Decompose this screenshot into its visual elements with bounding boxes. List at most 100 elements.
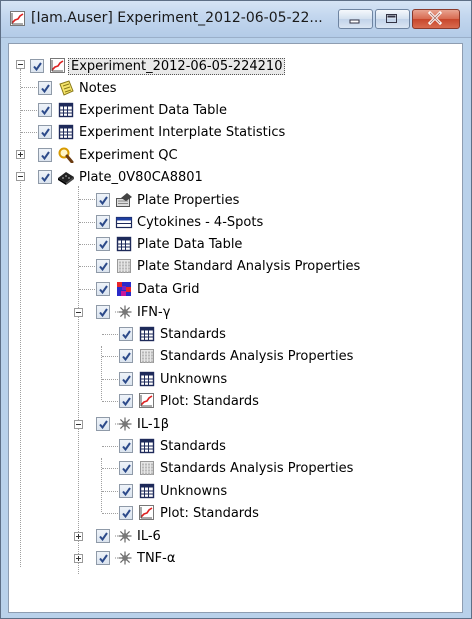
tree-item-checkbox[interactable] bbox=[96, 237, 110, 251]
tree-item-cytokines[interactable]: Cytokines - 4-Spots bbox=[96, 211, 263, 233]
tree-item-il1b-std[interactable]: Standards bbox=[119, 435, 226, 457]
tree-item-il6[interactable]: IL-6 bbox=[96, 525, 161, 547]
table-icon bbox=[139, 438, 155, 454]
checkmark-icon bbox=[99, 308, 108, 318]
analyte-icon bbox=[115, 529, 132, 543]
tree-item-label: Experiment QC bbox=[79, 147, 178, 163]
table-icon bbox=[139, 326, 155, 342]
tree-item-plate-table[interactable]: Plate Data Table bbox=[96, 233, 242, 255]
tree-item-il1b[interactable]: IL-1β bbox=[96, 413, 169, 435]
collapse-toggle-il1b[interactable] bbox=[74, 420, 83, 429]
tree-item-plate-props[interactable]: Plate Properties bbox=[96, 189, 239, 211]
tree-item-label: Plate Properties bbox=[137, 192, 240, 208]
tree-item-checkbox[interactable] bbox=[119, 394, 133, 408]
tree-connector bbox=[102, 356, 118, 357]
tree-item-il1b-plot[interactable]: Plot: Standards bbox=[119, 502, 259, 524]
tree-item-root[interactable]: Experiment_2012-06-05-224210 bbox=[30, 55, 286, 77]
tree-item-checkbox[interactable] bbox=[96, 551, 110, 565]
checkmark-icon bbox=[41, 106, 50, 116]
tree-item-label: Cytokines - 4-Spots bbox=[137, 214, 264, 230]
tree-item-tnf[interactable]: TNF-α bbox=[96, 547, 175, 569]
tree-item-plate-std-props[interactable]: Plate Standard Analysis Properties bbox=[96, 255, 360, 277]
checkmark-icon bbox=[99, 285, 108, 295]
tree-item-checkbox[interactable] bbox=[119, 506, 133, 520]
tree-item-ifn[interactable]: IFN-γ bbox=[96, 301, 170, 323]
tree-item-checkbox[interactable] bbox=[38, 81, 52, 95]
tree-item-notes[interactable]: Notes bbox=[38, 77, 117, 99]
grid-icon bbox=[140, 461, 154, 475]
tree-connector bbox=[79, 289, 95, 290]
tree-item-data-grid[interactable]: Data Grid bbox=[96, 278, 199, 300]
experiment-tree: Experiment_2012-06-05-224210 Notes Experim… bbox=[9, 44, 462, 612]
tree-item-checkbox[interactable] bbox=[119, 439, 133, 453]
tree-item-checkbox[interactable] bbox=[30, 59, 44, 73]
tree-item-label: Experiment Data Table bbox=[79, 102, 228, 118]
table-icon bbox=[58, 102, 74, 118]
tree-connector bbox=[102, 468, 118, 469]
minimize-icon bbox=[349, 19, 360, 24]
tree-item-exp-qc[interactable]: Experiment QC bbox=[38, 144, 178, 166]
tree-guide-line bbox=[101, 458, 102, 512]
analyte-icon bbox=[115, 417, 132, 431]
plot-icon bbox=[139, 505, 154, 520]
tree-item-checkbox[interactable] bbox=[38, 125, 52, 139]
expand-toggle-il6[interactable] bbox=[74, 532, 83, 541]
grid-icon bbox=[117, 259, 131, 273]
tree-panel[interactable]: Experiment_2012-06-05-224210 Notes Experim… bbox=[8, 43, 463, 613]
tree-item-checkbox[interactable] bbox=[119, 461, 133, 475]
plate-properties-icon bbox=[116, 193, 132, 207]
magnifier-icon bbox=[58, 147, 74, 163]
plate-icon bbox=[58, 172, 74, 185]
tree-item-checkbox[interactable] bbox=[38, 170, 52, 184]
tree-item-plate[interactable]: Plate_0V80CA8801 bbox=[38, 166, 203, 188]
tree-item-ifn-plot[interactable]: Plot: Standards bbox=[119, 390, 259, 412]
collapse-toggle-plate[interactable] bbox=[16, 172, 25, 181]
tree-item-checkbox[interactable] bbox=[38, 103, 52, 117]
tree-connector bbox=[79, 222, 95, 223]
tree-item-label: TNF-α bbox=[137, 550, 176, 566]
tree-item-exp-stats[interactable]: Experiment Interplate Statistics bbox=[38, 121, 285, 143]
tree-item-label: IL-6 bbox=[137, 528, 161, 544]
tree-item-checkbox[interactable] bbox=[96, 215, 110, 229]
tree-item-il1b-unk[interactable]: Unknowns bbox=[119, 480, 227, 502]
expand-toggle-experiment-qc[interactable] bbox=[16, 150, 25, 159]
checkmark-icon bbox=[99, 218, 108, 228]
tree-item-checkbox[interactable] bbox=[96, 305, 110, 319]
close-icon bbox=[427, 10, 443, 26]
collapse-toggle-ifn[interactable] bbox=[74, 308, 83, 317]
close-button[interactable] bbox=[412, 9, 460, 29]
tree-item-checkbox[interactable] bbox=[119, 349, 133, 363]
tree-item-label: IFN-γ bbox=[137, 304, 171, 320]
table-icon bbox=[139, 371, 155, 387]
grid-icon bbox=[140, 349, 154, 363]
tree-item-checkbox[interactable] bbox=[96, 282, 110, 296]
maximize-button[interactable] bbox=[375, 9, 410, 29]
checkmark-icon bbox=[99, 532, 108, 542]
tree-item-checkbox[interactable] bbox=[96, 259, 110, 273]
checkmark-icon bbox=[33, 62, 42, 72]
tree-item-il1b-std-props[interactable]: Standards Analysis Properties bbox=[119, 457, 353, 479]
maximize-icon bbox=[386, 14, 397, 23]
tree-item-checkbox[interactable] bbox=[119, 484, 133, 498]
window-title: [Iam.Auser] Experiment_2012-06-05-22... bbox=[31, 10, 323, 26]
tree-item-ifn-unk[interactable]: Unknowns bbox=[119, 368, 227, 390]
tree-item-checkbox[interactable] bbox=[96, 417, 110, 431]
tree-item-checkbox[interactable] bbox=[119, 372, 133, 386]
tree-item-ifn-std-props[interactable]: Standards Analysis Properties bbox=[119, 345, 353, 367]
tree-item-checkbox[interactable] bbox=[96, 193, 110, 207]
tree-item-checkbox[interactable] bbox=[119, 327, 133, 341]
tree-item-checkbox[interactable] bbox=[96, 529, 110, 543]
checkmark-icon bbox=[122, 487, 131, 497]
tree-item-label: Standards Analysis Properties bbox=[160, 348, 354, 364]
app-plot-icon bbox=[10, 11, 25, 26]
tree-connector bbox=[102, 334, 118, 335]
title-bar[interactable]: [Iam.Auser] Experiment_2012-06-05-22... bbox=[1, 1, 471, 38]
tree-item-checkbox[interactable] bbox=[38, 148, 52, 162]
tree-connector bbox=[79, 266, 95, 267]
plot-icon bbox=[139, 393, 154, 408]
minimize-button[interactable] bbox=[338, 9, 373, 29]
tree-item-ifn-std[interactable]: Standards bbox=[119, 323, 226, 345]
tree-item-exp-table[interactable]: Experiment Data Table bbox=[38, 99, 227, 121]
expand-toggle-tnf[interactable] bbox=[74, 554, 83, 563]
collapse-toggle-experiment[interactable] bbox=[16, 60, 25, 69]
